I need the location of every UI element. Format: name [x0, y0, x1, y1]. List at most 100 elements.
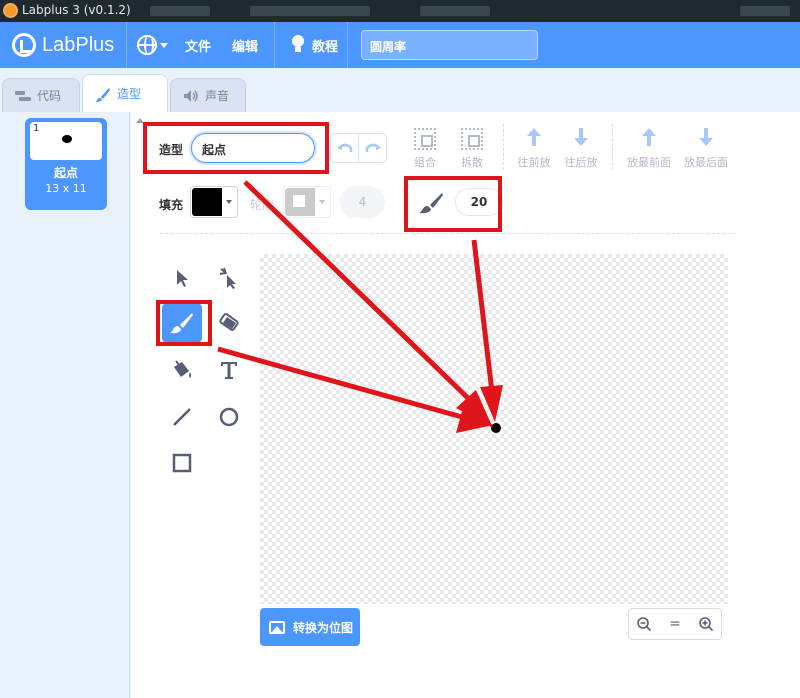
zoom-controls: =	[628, 608, 722, 640]
background-window-strip	[250, 6, 370, 16]
undo-icon	[336, 143, 352, 152]
menu-file[interactable]: 文件	[185, 36, 211, 55]
annotation-box-brush-tool	[156, 300, 212, 346]
tab-label: 代码	[37, 89, 62, 103]
tab-sounds[interactable]: 声音	[170, 78, 246, 112]
select-tool[interactable]	[162, 258, 202, 298]
zoom-in-icon	[698, 617, 713, 632]
zoom-out-button[interactable]	[629, 609, 660, 639]
annotation-box-costume-name	[143, 122, 329, 174]
costume-list: 1 起点 13 x 11	[0, 112, 130, 698]
app-icon	[3, 3, 18, 18]
ungroup-label: 拆散	[461, 156, 483, 169]
labplus-logo[interactable]: LabPlus	[12, 33, 114, 57]
arrow-down-icon	[570, 128, 592, 150]
circle-icon	[219, 407, 239, 427]
code-icon	[15, 89, 31, 103]
menu-divider	[126, 22, 127, 68]
rectangle-icon	[172, 453, 192, 473]
costume-name: 起点	[53, 166, 78, 180]
drawn-dot[interactable]	[491, 423, 501, 433]
paint-bucket-icon	[174, 360, 191, 378]
circle-tool[interactable]	[209, 397, 249, 437]
outline-color-swatch	[285, 188, 315, 216]
outline-color-picker[interactable]	[283, 186, 331, 218]
toolbar-divider	[503, 124, 504, 170]
send-to-back-button[interactable]: 放最后面	[677, 124, 735, 174]
logo-text: LabPlus	[42, 33, 115, 56]
menu-tutorial[interactable]: 教程	[312, 36, 338, 55]
globe-icon[interactable]	[137, 35, 157, 55]
front-label: 放最前面	[627, 156, 671, 169]
arrow-up-icon	[523, 128, 545, 150]
costume-dot-preview	[62, 135, 72, 143]
chevron-down-icon[interactable]	[160, 43, 168, 48]
tab-label: 声音	[205, 89, 230, 103]
rectangle-tool[interactable]	[162, 443, 202, 483]
tab-label: 造型	[117, 87, 142, 101]
costume-item[interactable]: 1 起点 13 x 11	[25, 118, 107, 210]
forward-button[interactable]: 往前放	[508, 124, 560, 174]
redo-icon	[365, 143, 381, 152]
bring-to-front-button[interactable]: 放最前面	[620, 124, 678, 174]
arrow-top-icon	[638, 128, 660, 150]
tab-costumes[interactable]: 造型	[82, 74, 168, 112]
window-title: Labplus 3 (v0.1.2)	[22, 3, 131, 17]
chevron-down-icon	[319, 200, 325, 204]
cursor-icon	[177, 270, 188, 287]
menu-divider	[274, 22, 275, 68]
speaker-icon	[183, 89, 199, 103]
costume-size: 13 x 11	[45, 182, 87, 195]
back-label: 放最后面	[684, 156, 728, 169]
lightbulb-icon[interactable]	[290, 35, 306, 55]
menu-bar: LabPlus 文件 编辑 教程 圆周率	[0, 22, 800, 68]
costume-thumbnail: 1	[30, 122, 102, 160]
eraser-tool[interactable]	[209, 303, 249, 343]
logo-icon	[12, 33, 36, 57]
backward-label: 往后放	[564, 156, 598, 169]
line-tool[interactable]	[162, 397, 202, 437]
menu-edit[interactable]: 编辑	[232, 36, 258, 55]
convert-to-bitmap-button[interactable]: 转换为位图	[260, 608, 360, 646]
toolbar-separator	[160, 233, 735, 234]
outline-width-input[interactable]: 4	[340, 186, 385, 218]
fill-label: 填充	[159, 198, 184, 212]
reshape-tool[interactable]	[209, 258, 249, 298]
background-window-strip	[150, 6, 210, 16]
ungroup-button[interactable]: 拆散	[446, 124, 498, 174]
group-label: 组合	[414, 156, 436, 169]
fill-color-swatch	[192, 188, 222, 216]
outline-label: 轮廓	[250, 198, 275, 212]
project-title-input[interactable]: 圆周率	[361, 30, 538, 60]
group-icon	[414, 128, 436, 150]
text-icon	[221, 362, 237, 379]
fill-color-picker[interactable]	[190, 186, 238, 218]
chevron-down-icon	[226, 200, 232, 204]
zoom-in-button[interactable]	[690, 609, 721, 639]
text-tool[interactable]	[209, 350, 249, 390]
tab-code[interactable]: 代码	[2, 78, 80, 112]
window-titlebar: Labplus 3 (v0.1.2)	[0, 0, 800, 22]
undo-button[interactable]	[330, 133, 359, 163]
background-window-strip	[740, 6, 790, 16]
menu-divider	[347, 22, 348, 68]
zoom-reset-button[interactable]: =	[660, 609, 691, 639]
reshape-icon	[219, 267, 236, 289]
eraser-icon	[219, 313, 239, 331]
line-icon	[173, 408, 191, 426]
image-icon	[269, 620, 285, 634]
redo-button[interactable]	[358, 133, 387, 163]
zoom-out-icon	[637, 617, 652, 632]
arrow-bottom-icon	[695, 128, 717, 150]
forward-label: 往前放	[517, 156, 551, 169]
background-window-strip	[420, 6, 490, 16]
costume-number: 1	[33, 123, 40, 134]
backward-button[interactable]: 往后放	[555, 124, 607, 174]
brush-icon	[95, 87, 111, 102]
fill-tool[interactable]	[162, 350, 202, 390]
group-button[interactable]: 组合	[399, 124, 451, 174]
annotation-box-brush-size	[404, 176, 502, 232]
toolbar-divider	[612, 124, 613, 170]
convert-bitmap-label: 转换为位图	[293, 620, 354, 635]
ungroup-icon	[461, 128, 483, 150]
